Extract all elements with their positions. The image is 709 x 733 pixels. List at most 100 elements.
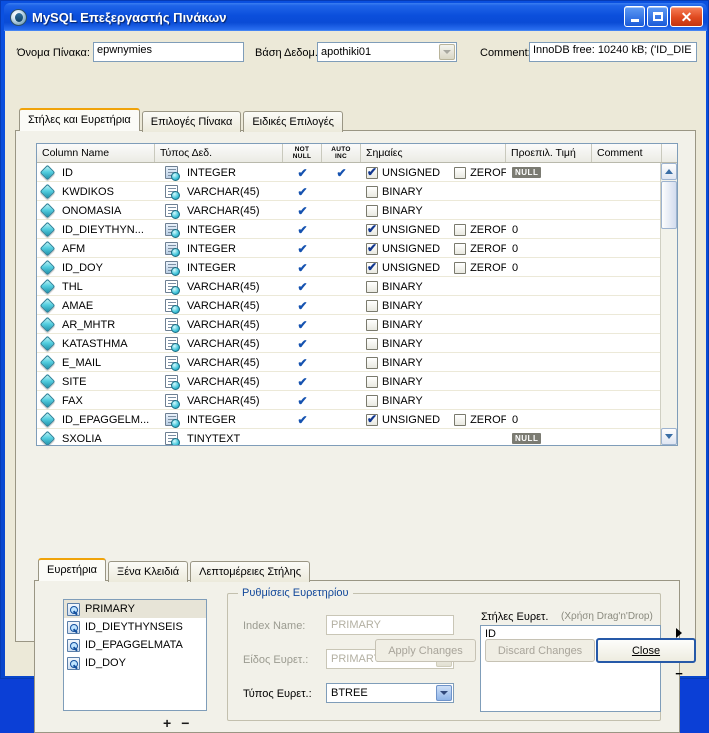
cell-flags[interactable]: UNSIGNED ZEROFILL (361, 410, 506, 429)
cell-default-value[interactable] (506, 315, 592, 334)
cell-flags[interactable] (361, 429, 506, 445)
scroll-up-button[interactable] (661, 163, 677, 180)
cell-default-value[interactable] (506, 353, 592, 372)
cell-comment[interactable] (592, 258, 662, 277)
cell-auto-increment[interactable] (322, 372, 361, 391)
header-column-name[interactable]: Column Name (37, 144, 155, 162)
cell-auto-increment[interactable] (322, 201, 361, 220)
cell-not-null[interactable]: ✔ (283, 163, 322, 182)
cell-not-null[interactable] (283, 429, 322, 445)
cell-datatype[interactable]: INTEGER (155, 258, 283, 277)
list-item[interactable]: ID_EPAGGELMATA (64, 636, 206, 654)
cell-datatype[interactable]: TINYTEXT (155, 429, 283, 445)
cell-default-value[interactable] (506, 334, 592, 353)
flag-checkbox[interactable] (454, 413, 467, 426)
cell-comment[interactable] (592, 201, 662, 220)
flag-checkbox[interactable] (366, 375, 378, 388)
cell-auto-increment[interactable] (322, 258, 361, 277)
cell-datatype[interactable]: VARCHAR(45) (155, 277, 283, 296)
flag-checkbox[interactable] (366, 260, 378, 274)
cell-comment[interactable] (592, 353, 662, 372)
header-auto-inc[interactable]: AUTO INC (322, 144, 361, 162)
cell-comment[interactable] (592, 296, 662, 315)
minimize-button[interactable] (624, 6, 645, 27)
cell-datatype[interactable]: VARCHAR(45) (155, 315, 283, 334)
flag-checkbox[interactable] (366, 185, 378, 198)
cell-not-null[interactable]: ✔ (283, 277, 322, 296)
cell-auto-increment[interactable] (322, 353, 361, 372)
cell-auto-increment[interactable] (322, 239, 361, 258)
cell-datatype[interactable]: VARCHAR(45) (155, 391, 283, 410)
cell-auto-increment[interactable]: ✔ (322, 163, 361, 182)
cell-not-null[interactable]: ✔ (283, 182, 322, 201)
maximize-button[interactable] (647, 6, 668, 27)
cell-default-value[interactable]: 0 (506, 239, 592, 258)
tab-columns-and-indexes[interactable]: Στήλες και Ευρετήρια (19, 108, 140, 131)
list-item[interactable]: ID_DIEYTHYNSEIS (64, 618, 206, 636)
remove-index-button[interactable]: − (181, 715, 199, 731)
cell-comment[interactable] (592, 182, 662, 201)
table-name-input[interactable]: epwnymies (93, 42, 244, 62)
table-row[interactable]: KATASTHMA VARCHAR(45) ✔ BINARY (37, 334, 677, 353)
header-not-null[interactable]: NOT NULL (283, 144, 322, 162)
flag-checkbox[interactable] (366, 337, 378, 350)
table-row[interactable]: AFM INTEGER ✔ UNSIGNED ZEROFILL 0 (37, 239, 677, 258)
flag-checkbox[interactable] (366, 241, 378, 255)
cell-flags[interactable]: UNSIGNED ZEROFILL (361, 220, 506, 239)
cell-flags[interactable]: BINARY (361, 391, 506, 410)
cell-datatype[interactable]: VARCHAR(45) (155, 201, 283, 220)
cell-flags[interactable]: UNSIGNED ZEROFILL (361, 239, 506, 258)
cell-flags[interactable]: BINARY (361, 353, 506, 372)
flag-checkbox[interactable] (366, 318, 378, 331)
subtab-foreign-keys[interactable]: Ξένα Κλειδιά (108, 561, 189, 582)
flag-checkbox[interactable] (366, 222, 378, 236)
cell-flags[interactable]: BINARY (361, 372, 506, 391)
cell-not-null[interactable]: ✔ (283, 258, 322, 277)
table-row[interactable]: KWDIKOS VARCHAR(45) ✔ BINARY (37, 182, 677, 201)
columns-grid[interactable]: Column Name Τύπος Δεδ. NOT NULL AUTO INC (36, 143, 678, 446)
cell-auto-increment[interactable] (322, 334, 361, 353)
index-name-input[interactable]: PRIMARY (326, 615, 454, 635)
cell-comment[interactable] (592, 334, 662, 353)
cell-flags[interactable]: BINARY (361, 315, 506, 334)
flag-checkbox[interactable] (366, 356, 378, 369)
cell-not-null[interactable]: ✔ (283, 372, 322, 391)
cell-datatype[interactable]: INTEGER (155, 220, 283, 239)
close-dialog-button[interactable]: Close (596, 638, 696, 663)
cell-default-value[interactable]: NULL (506, 429, 592, 445)
cell-not-null[interactable]: ✔ (283, 315, 322, 334)
table-row[interactable]: SXOLIA TINYTEXT NULL (37, 429, 677, 445)
cell-datatype[interactable]: VARCHAR(45) (155, 353, 283, 372)
cell-comment[interactable] (592, 239, 662, 258)
table-row[interactable]: FAX VARCHAR(45) ✔ BINARY (37, 391, 677, 410)
add-index-button[interactable]: + (163, 715, 181, 731)
cell-flags[interactable]: UNSIGNED ZEROFILL (361, 163, 506, 182)
cell-default-value[interactable]: 0 (506, 410, 592, 429)
play-arrow-icon[interactable] (676, 628, 682, 638)
scroll-down-button[interactable] (661, 428, 677, 445)
list-item[interactable]: PRIMARY (64, 600, 206, 618)
comment-input[interactable]: InnoDB free: 10240 kB; ('ID_DIE (529, 42, 697, 62)
cell-auto-increment[interactable] (322, 429, 361, 445)
cell-default-value[interactable] (506, 372, 592, 391)
cell-auto-increment[interactable] (322, 410, 361, 429)
cell-datatype[interactable]: VARCHAR(45) (155, 334, 283, 353)
cell-default-value[interactable]: NULL (506, 163, 592, 182)
cell-comment[interactable] (592, 315, 662, 334)
flag-checkbox[interactable] (454, 166, 467, 179)
cell-datatype[interactable]: INTEGER (155, 239, 283, 258)
cell-auto-increment[interactable] (322, 391, 361, 410)
cell-comment[interactable] (592, 391, 662, 410)
cell-datatype[interactable]: INTEGER (155, 163, 283, 182)
flag-checkbox[interactable] (454, 242, 467, 255)
header-default-value[interactable]: Προεπιλ. Τιμή (506, 144, 592, 162)
list-item[interactable]: ID_DOY (64, 654, 206, 672)
cell-auto-increment[interactable] (322, 277, 361, 296)
cell-auto-increment[interactable] (322, 296, 361, 315)
cell-column-name[interactable]: ONOMASIA (37, 201, 155, 220)
cell-comment[interactable] (592, 372, 662, 391)
cell-column-name[interactable]: SXOLIA (37, 429, 155, 445)
cell-default-value[interactable]: 0 (506, 258, 592, 277)
header-flags[interactable]: Σημαίες (361, 144, 506, 162)
cell-auto-increment[interactable] (322, 220, 361, 239)
